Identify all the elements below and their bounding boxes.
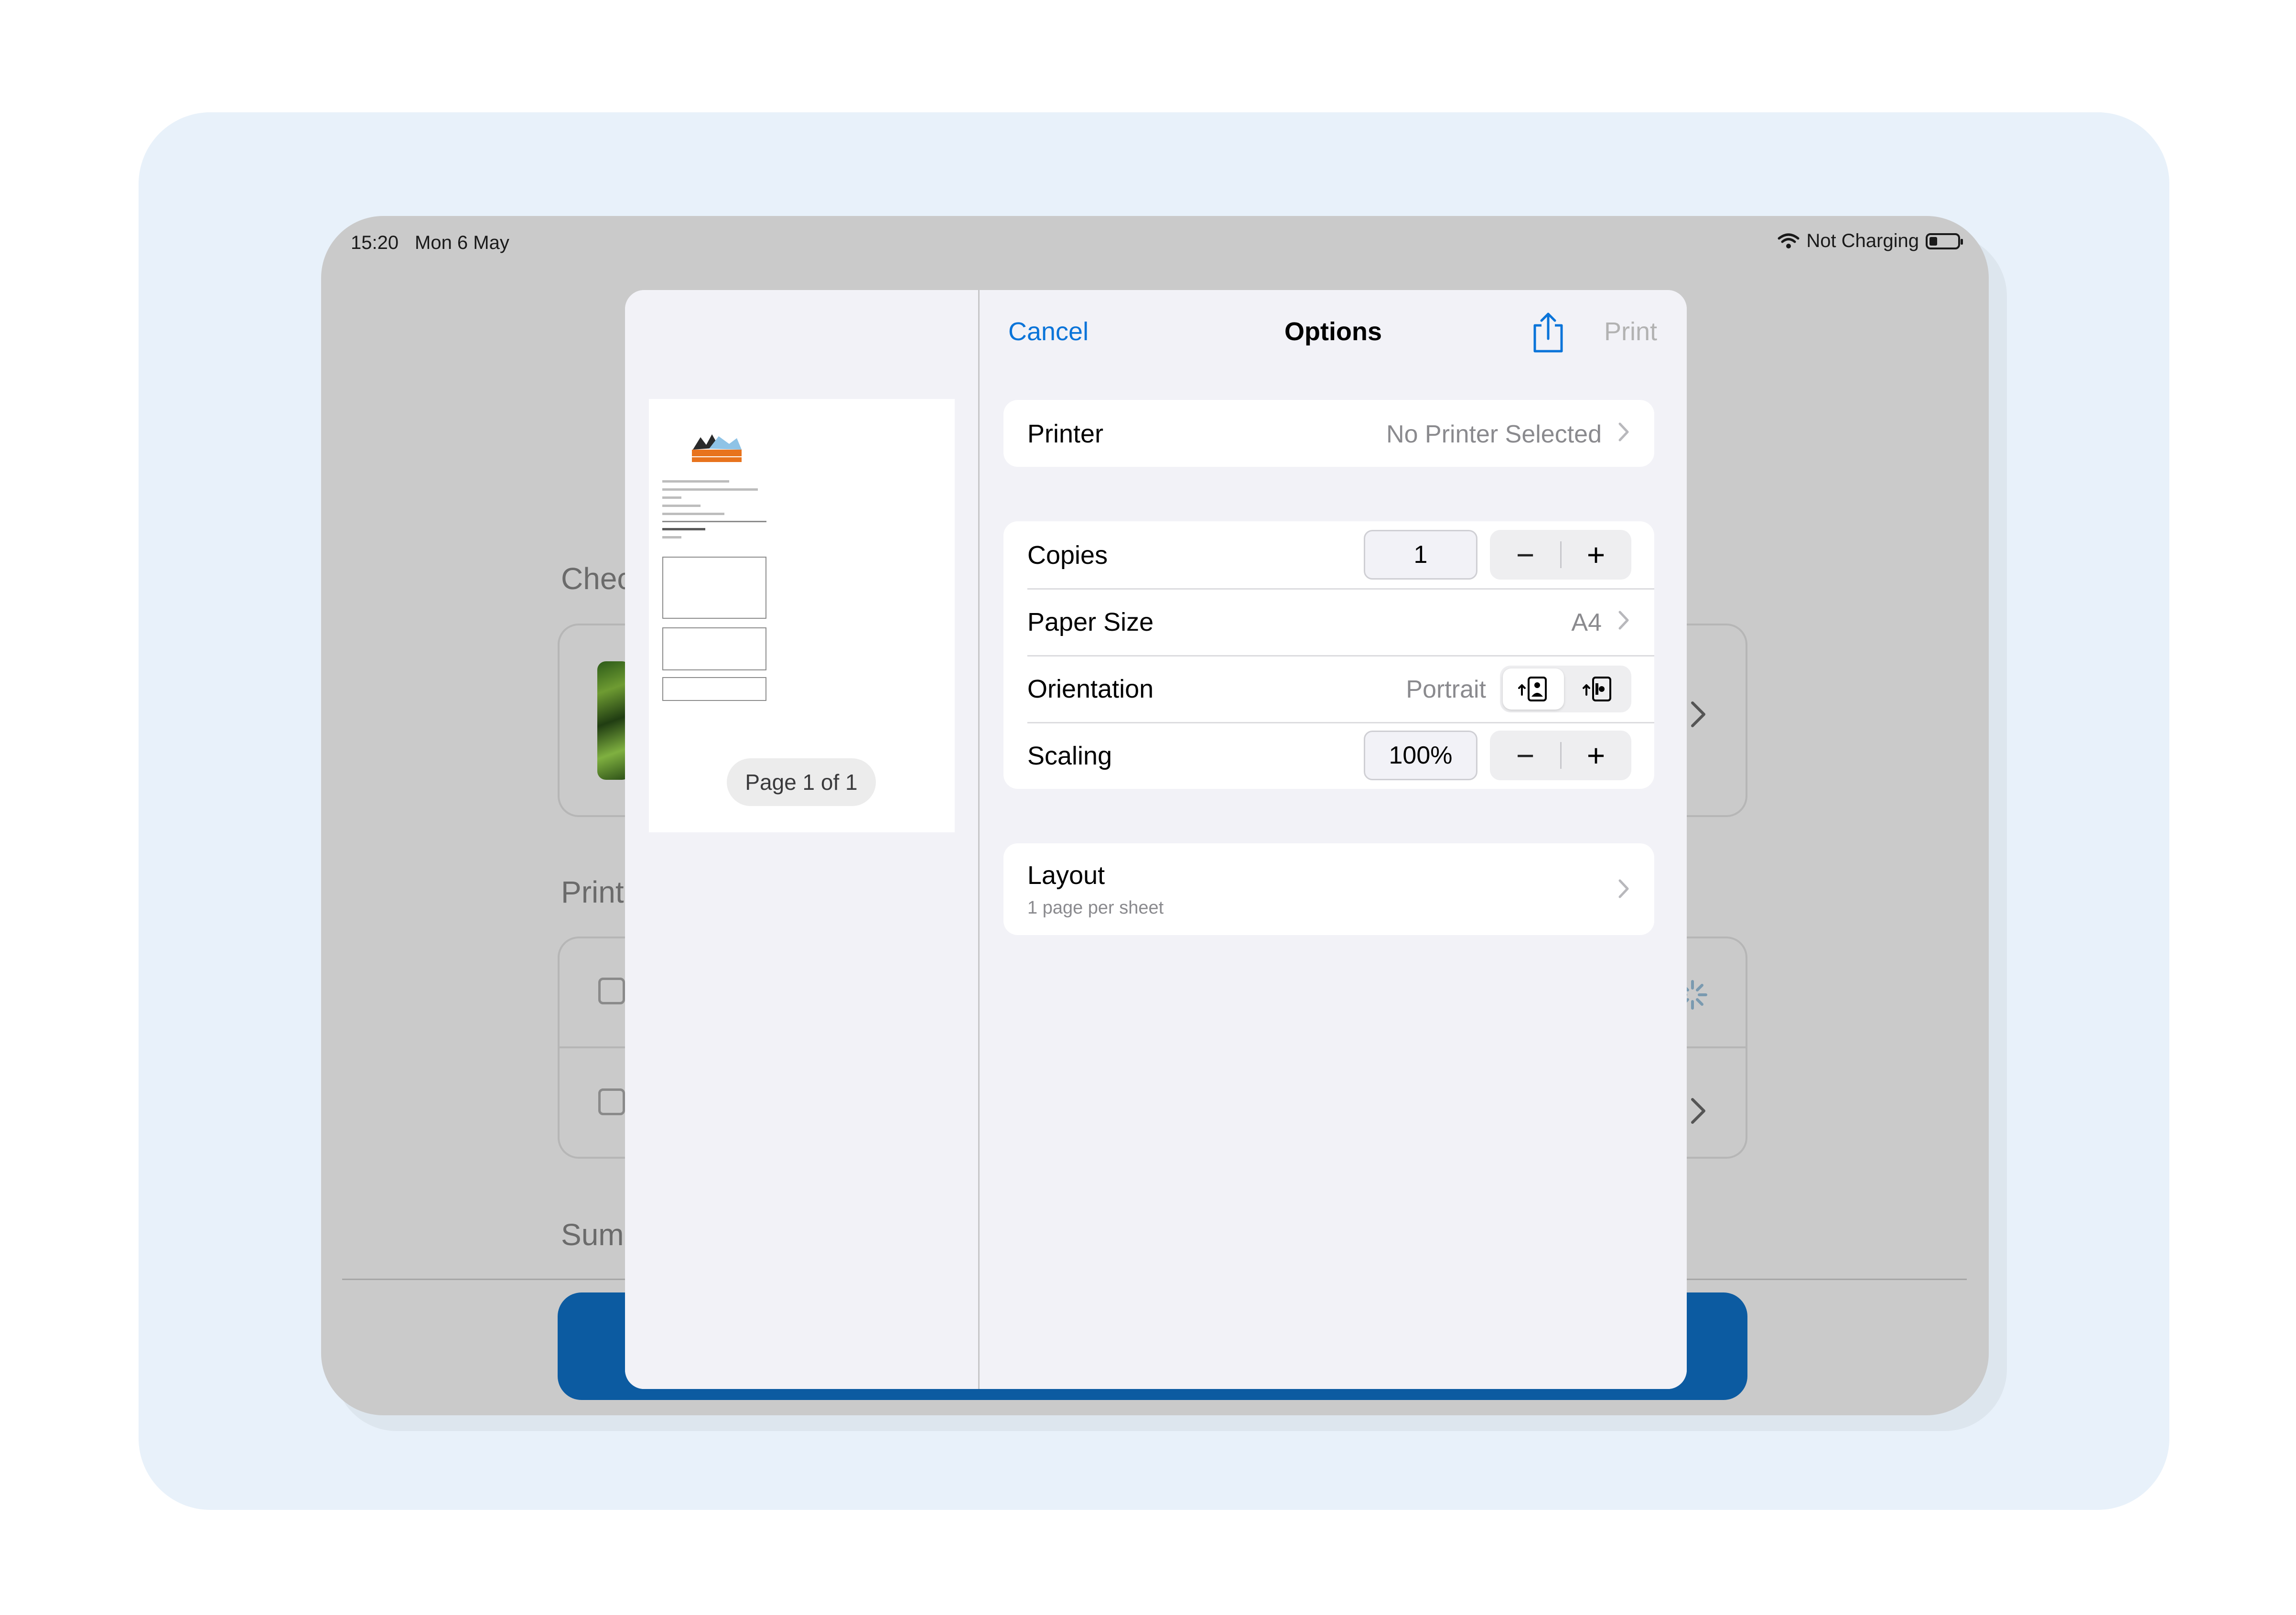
printer-row[interactable]: Printer No Printer Selected <box>1003 400 1654 467</box>
copies-row: Copies 1 − + <box>1003 521 1654 588</box>
paper-size-row[interactable]: Paper Size A4 <box>1003 588 1654 655</box>
document-item-box <box>662 557 766 619</box>
scaling-increment-button[interactable]: + <box>1561 731 1631 780</box>
bg-chevron-right-icon <box>1691 701 1705 727</box>
orientation-value: Portrait <box>1406 676 1486 703</box>
status-time: 15:20 <box>351 232 399 253</box>
scaling-label: Scaling <box>1027 742 1112 770</box>
chevron-right-icon <box>1618 422 1629 441</box>
portrait-orientation-icon <box>1518 677 1547 701</box>
paper-size-value: A4 <box>1571 609 1602 636</box>
page-preview-thumbnail[interactable]: Page 1 of 1 <box>649 399 955 832</box>
document-text-lines <box>662 480 768 544</box>
bg-printer-icon <box>598 978 625 1004</box>
page-indicator: Page 1 of 1 <box>727 758 876 806</box>
copies-decrement-button[interactable]: − <box>1490 530 1561 580</box>
portrait-orientation-button[interactable] <box>1503 668 1564 710</box>
battery-icon <box>1926 233 1963 249</box>
sheet-title: Options <box>1284 317 1382 346</box>
paper-size-label: Paper Size <box>1027 608 1154 636</box>
copies-increment-button[interactable]: + <box>1561 530 1631 580</box>
landscape-orientation-button[interactable] <box>1567 668 1628 710</box>
bg-printer-icon <box>598 1088 625 1115</box>
copies-label: Copies <box>1027 541 1108 570</box>
chevron-right-icon <box>1618 611 1629 630</box>
document-totals-box <box>662 627 766 670</box>
landscape-orientation-icon <box>1583 677 1611 701</box>
document-payment-box <box>662 677 766 701</box>
bg-section-print: Print <box>561 875 624 909</box>
bg-chevron-right-icon <box>1691 1098 1705 1124</box>
copies-stepper: − + <box>1490 530 1631 580</box>
scaling-field[interactable]: 100% <box>1364 731 1477 780</box>
copies-field[interactable]: 1 <box>1364 530 1477 580</box>
chevron-right-icon <box>1618 879 1629 898</box>
status-bar: 15:20 Mon 6 May Not Charging <box>321 216 1989 273</box>
print-options-sheet: Page 1 of 1 Cancel Options Print Printer… <box>625 290 1687 1389</box>
printer-label: Printer <box>1027 420 1104 448</box>
scaling-stepper: − + <box>1490 731 1631 780</box>
options-pane: Cancel Options Print Printer No Printer … <box>980 290 1687 1389</box>
scaling-decrement-button[interactable]: − <box>1490 731 1561 780</box>
printer-value: No Printer Selected <box>1386 420 1602 448</box>
layout-group: Layout 1 page per sheet <box>1003 843 1654 935</box>
bg-section-summary: Sum <box>561 1217 624 1252</box>
orientation-label: Orientation <box>1027 675 1154 703</box>
charging-status: Not Charging <box>1806 230 1919 251</box>
print-preview-pane: Page 1 of 1 <box>625 290 980 1389</box>
scaling-row: Scaling 100% − + <box>1003 722 1654 789</box>
layout-row[interactable]: Layout 1 page per sheet <box>1003 843 1654 935</box>
orientation-segmented-control <box>1500 666 1631 712</box>
status-right: Not Charging <box>1778 230 1963 252</box>
wifi-icon <box>1778 233 1800 248</box>
status-date: Mon 6 May <box>415 232 509 253</box>
printer-group: Printer No Printer Selected <box>1003 400 1654 467</box>
share-icon[interactable] <box>1530 311 1566 353</box>
layout-subtitle: 1 page per sheet <box>1027 898 1164 918</box>
adventure-logo-icon <box>692 434 742 462</box>
print-settings-group: Copies 1 − + Paper Size A4 Orientation P… <box>1003 521 1654 789</box>
bg-section-checkout: Chec <box>561 561 633 596</box>
layout-label: Layout <box>1027 861 1105 890</box>
orientation-row: Orientation Portrait <box>1003 655 1654 722</box>
print-button[interactable]: Print <box>1604 317 1657 346</box>
